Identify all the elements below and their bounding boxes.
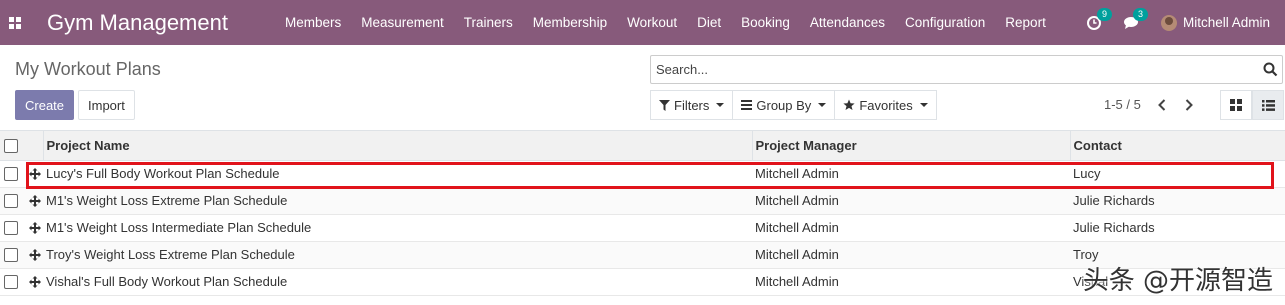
contact-cell: Lucy — [1073, 166, 1101, 181]
project-manager-cell: Mitchell Admin — [755, 166, 839, 181]
project-name-cell: Troy's Weight Loss Extreme Plan Schedule — [46, 247, 295, 262]
favorites-label: Favorites — [859, 97, 913, 113]
search-icon[interactable] — [1258, 62, 1282, 77]
view-switcher — [1220, 90, 1284, 120]
project-name-cell: Vishal's Full Body Workout Plan Schedule — [46, 274, 288, 289]
message-count-badge: 3 — [1132, 7, 1148, 21]
table-row[interactable]: M1's Weight Loss Extreme Plan Schedule M… — [0, 187, 1285, 214]
menu-item-members[interactable]: Members — [275, 15, 351, 30]
systray: 9 3 Mitchell Admin — [1086, 0, 1285, 45]
project-name-cell: M1's Weight Loss Extreme Plan Schedule — [46, 193, 288, 208]
create-button[interactable]: Create — [15, 90, 75, 120]
import-button[interactable]: Import — [78, 90, 135, 120]
page-title: My Workout Plans — [15, 59, 161, 79]
favorites-dropdown[interactable]: Favorites — [834, 90, 937, 120]
contact-cell: Julie Richards — [1073, 220, 1155, 235]
project-name-cell: Lucy's Full Body Workout Plan Schedule — [46, 166, 280, 181]
row-checkbox[interactable] — [4, 167, 18, 182]
table-header-row: Project Name Project Manager Contact — [0, 131, 1285, 161]
project-manager-cell: Mitchell Admin — [755, 247, 839, 262]
pager-previous-icon[interactable] — [1153, 96, 1171, 114]
list-icon — [1261, 99, 1275, 111]
menu-item-membership[interactable]: Membership — [523, 15, 617, 30]
menu-item-report[interactable]: Report — [995, 15, 1056, 30]
drag-handle-icon[interactable] — [27, 275, 43, 288]
table-row[interactable]: M1's Weight Loss Intermediate Plan Sched… — [0, 214, 1285, 241]
menu-item-diet[interactable]: Diet — [687, 15, 731, 30]
control-panel: My Workout Plans Create Import Filters G… — [0, 45, 1285, 131]
handle-header — [24, 131, 44, 161]
filters-dropdown[interactable]: Filters — [650, 90, 734, 120]
user-menu[interactable]: Mitchell Admin — [1160, 14, 1270, 31]
drag-handle-icon[interactable] — [27, 167, 43, 180]
row-checkbox[interactable] — [4, 275, 18, 290]
column-header-project-name[interactable]: Project Name — [43, 131, 753, 161]
table-row[interactable]: Lucy's Full Body Workout Plan Schedule M… — [0, 160, 1285, 187]
chevron-down-icon — [818, 103, 827, 107]
chevron-down-icon — [716, 103, 725, 107]
list-view-button[interactable] — [1252, 90, 1284, 120]
star-icon — [843, 99, 855, 111]
select-all-cell — [0, 131, 24, 161]
menu-item-attendances[interactable]: Attendances — [800, 15, 895, 30]
th-large-icon — [1230, 99, 1242, 111]
menu-item-booking[interactable]: Booking — [731, 15, 800, 30]
avatar — [1160, 14, 1177, 31]
search-input[interactable] — [651, 56, 1258, 83]
user-name: Mitchell Admin — [1182, 15, 1270, 30]
select-all-checkbox[interactable] — [4, 139, 18, 154]
pager-next-icon[interactable] — [1180, 96, 1198, 114]
filter-icon — [659, 99, 670, 111]
menu-item-measurement[interactable]: Measurement — [351, 15, 454, 30]
contact-cell: Julie Richards — [1073, 193, 1155, 208]
activity-count-badge: 9 — [1096, 7, 1112, 21]
project-name-cell: M1's Weight Loss Intermediate Plan Sched… — [46, 220, 312, 235]
column-header-project-manager[interactable]: Project Manager — [752, 131, 1071, 161]
filters-label: Filters — [674, 97, 710, 113]
activity-button[interactable]: 9 — [1086, 7, 1112, 30]
app-title[interactable]: Gym Management — [47, 10, 228, 36]
kanban-view-button[interactable] — [1220, 90, 1252, 120]
row-checkbox[interactable] — [4, 221, 18, 236]
menu-item-workout[interactable]: Workout — [617, 15, 687, 30]
menu-item-configuration[interactable]: Configuration — [895, 15, 995, 30]
main-menu: Members Measurement Trainers Membership … — [275, 0, 1056, 45]
group-by-label: Group By — [756, 97, 812, 113]
drag-handle-icon[interactable] — [27, 248, 43, 261]
column-header-contact[interactable]: Contact — [1070, 131, 1285, 161]
row-checkbox[interactable] — [4, 248, 18, 263]
chevron-down-icon — [919, 103, 928, 107]
menu-item-trainers[interactable]: Trainers — [454, 15, 523, 30]
watermark: 头条 @开源智造 — [1082, 266, 1273, 296]
drag-handle-icon[interactable] — [27, 194, 43, 207]
project-manager-cell: Mitchell Admin — [755, 274, 839, 289]
messages-button[interactable]: 3 — [1123, 7, 1148, 30]
bars-icon — [741, 100, 753, 110]
apps-menu-icon[interactable] — [0, 0, 30, 45]
pager-value[interactable]: 1-5 / 5 — [1104, 97, 1141, 112]
top-navbar: Gym Management Members Measurement Train… — [0, 0, 1285, 45]
project-manager-cell: Mitchell Admin — [755, 220, 839, 235]
group-by-dropdown[interactable]: Group By — [732, 90, 836, 120]
row-checkbox[interactable] — [4, 194, 18, 209]
search-bar — [650, 55, 1283, 84]
project-manager-cell: Mitchell Admin — [755, 193, 839, 208]
drag-handle-icon[interactable] — [27, 221, 43, 234]
search-options: Filters Group By Favorites — [650, 90, 937, 120]
